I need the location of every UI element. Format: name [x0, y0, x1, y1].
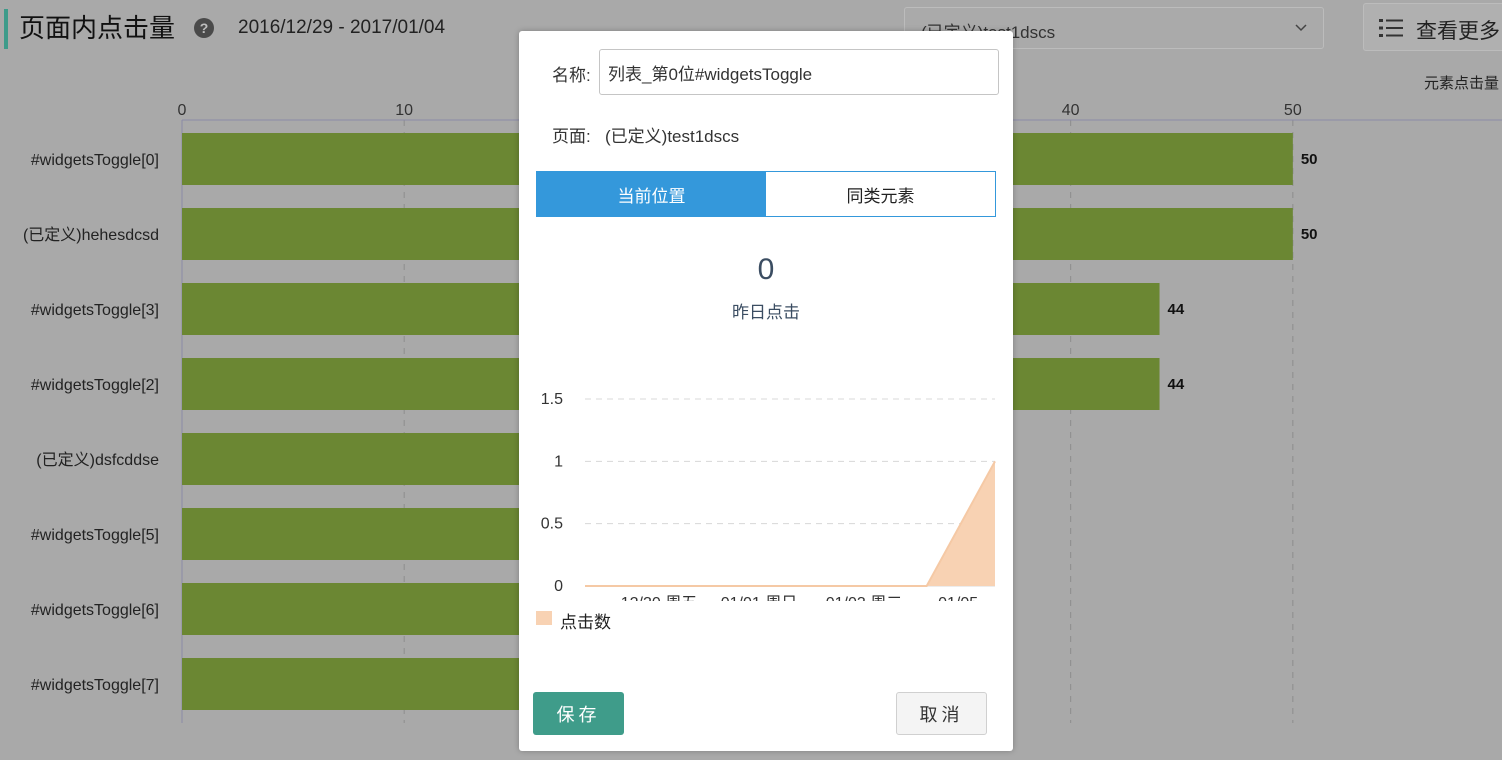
x-tick-label: 12/30 周五 — [621, 595, 698, 601]
name-input[interactable] — [599, 49, 999, 95]
yesterday-click-count: 0 — [757, 253, 775, 286]
tab-similar-elements[interactable]: 同类元素 — [766, 172, 995, 216]
click-trend-area-chart: 0 0.5 1 1.5 12/30 周五 01/01 周日 01/03 周二 01/05 ..… — [541, 391, 996, 601]
x-tick-label: 01/01 周日 — [721, 595, 798, 601]
x-tick-label: 01/03 周二 — [826, 595, 903, 601]
save-button[interactable]: 保存 — [533, 692, 624, 735]
y-tick-label: 0.5 — [541, 516, 563, 533]
series-line-clicks — [585, 460, 996, 587]
name-label: 名称: — [552, 66, 591, 85]
y-tick-label: 0 — [554, 578, 563, 595]
element-detail-modal: 名称: 页面: (已定义)test1dscs 当前位置 同类元素 0 昨日点击 … — [519, 31, 1013, 751]
x-tick-label: 01/05 ... — [938, 595, 996, 601]
series-area-clicks — [585, 461, 995, 586]
yesterday-click-label: 昨日点击 — [732, 303, 800, 322]
tab-current-position[interactable]: 当前位置 — [537, 172, 766, 216]
y-tick-label: 1.5 — [541, 391, 563, 408]
cancel-button[interactable]: 取消 — [896, 692, 987, 735]
y-tick-label: 1 — [554, 453, 563, 470]
legend-swatch[interactable] — [536, 611, 552, 625]
page-label: 页面: — [552, 127, 591, 146]
legend-label-clicks[interactable]: 点击数 — [560, 608, 611, 633]
page-value: (已定义)test1dscs — [605, 127, 740, 146]
modal-tabs: 当前位置 同类元素 — [536, 171, 996, 217]
